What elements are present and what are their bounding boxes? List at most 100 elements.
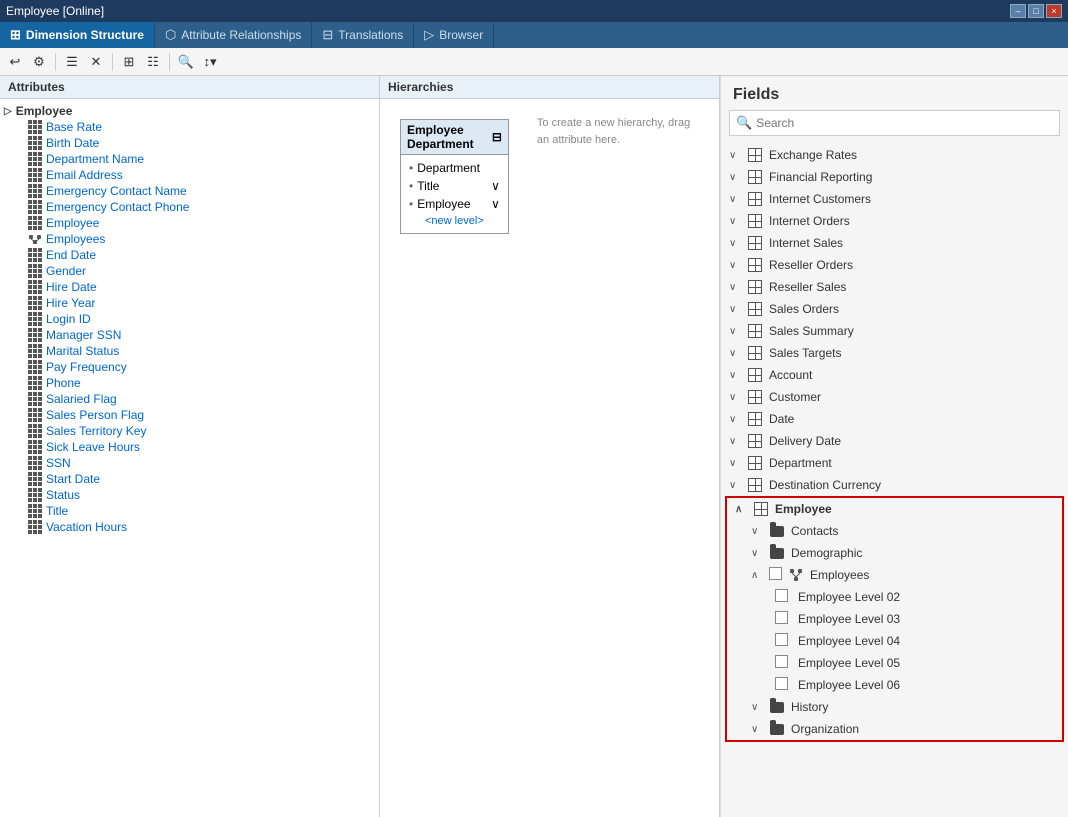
attr-gender[interactable]: Gender — [0, 263, 379, 279]
attr-end-date[interactable]: End Date — [0, 247, 379, 263]
checkbox-level-03[interactable] — [775, 611, 788, 627]
dimension-structure-icon: ⊞ — [10, 27, 21, 43]
tab-dimension-structure[interactable]: ⊞ Dimension Structure — [0, 22, 155, 48]
chevron-down-icon: ∨ — [491, 179, 500, 193]
field-reseller-orders[interactable]: ∨ Reseller Orders — [721, 254, 1068, 276]
attribute-relationships-icon: ⬡ — [165, 27, 176, 43]
field-customer[interactable]: ∨ Customer — [721, 386, 1068, 408]
checkbox-level-02[interactable] — [775, 589, 788, 605]
attr-ssn[interactable]: SSN — [0, 455, 379, 471]
field-account[interactable]: ∨ Account — [721, 364, 1068, 386]
toolbar-zoom-button[interactable]: 🔍 — [175, 51, 197, 73]
attr-hire-date[interactable]: Hire Date — [0, 279, 379, 295]
field-reseller-sales[interactable]: ∨ Reseller Sales — [721, 276, 1068, 298]
attr-vacation-hours[interactable]: Vacation Hours — [0, 519, 379, 535]
toolbar-list-button[interactable]: ☷ — [142, 51, 164, 73]
attr-label: Marital Status — [46, 344, 119, 358]
field-date[interactable]: ∨ Date — [721, 408, 1068, 430]
chevron-down-icon: ∨ — [729, 480, 741, 491]
table-icon — [747, 235, 763, 251]
new-level-label: <new level> — [425, 215, 484, 227]
attr-phone[interactable]: Phone — [0, 375, 379, 391]
search-input[interactable] — [756, 116, 1053, 130]
attr-department-name[interactable]: Department Name — [0, 151, 379, 167]
attr-pay-frequency[interactable]: Pay Frequency — [0, 359, 379, 375]
toolbar-undo-button[interactable]: ↩ — [4, 51, 26, 73]
attr-label: Employee — [46, 216, 99, 230]
field-employee-level-03[interactable]: Employee Level 03 — [727, 608, 1062, 630]
employees-special-icon — [28, 232, 42, 246]
toolbar-delete-button[interactable]: ✕ — [85, 51, 107, 73]
attr-emergency-contact-phone[interactable]: Emergency Contact Phone — [0, 199, 379, 215]
toolbar-settings-button[interactable]: ⚙ — [28, 51, 50, 73]
field-employee-level-02[interactable]: Employee Level 02 — [727, 586, 1062, 608]
field-sales-targets[interactable]: ∨ Sales Targets — [721, 342, 1068, 364]
attr-label: End Date — [46, 248, 96, 262]
attr-hire-year[interactable]: Hire Year — [0, 295, 379, 311]
field-employee-root[interactable]: ∧ Employee — [727, 498, 1062, 520]
field-demographic[interactable]: ∨ Demographic — [727, 542, 1062, 564]
attr-label: Start Date — [46, 472, 100, 486]
field-sales-orders[interactable]: ∨ Sales Orders — [721, 298, 1068, 320]
toolbar-view-button[interactable]: ☰ — [61, 51, 83, 73]
checkbox-level-04[interactable] — [775, 633, 788, 649]
attr-status[interactable]: Status — [0, 487, 379, 503]
field-internet-orders[interactable]: ∨ Internet Orders — [721, 210, 1068, 232]
attr-emergency-contact-name[interactable]: Emergency Contact Name — [0, 183, 379, 199]
field-employees[interactable]: ∧ Employees — [727, 564, 1062, 586]
field-internet-customers[interactable]: ∨ Internet Customers — [721, 188, 1068, 210]
attr-email-address[interactable]: Email Address — [0, 167, 379, 183]
field-internet-sales[interactable]: ∨ Internet Sales — [721, 232, 1068, 254]
minimize-button[interactable]: – — [1010, 4, 1026, 18]
attr-login-id[interactable]: Login ID — [0, 311, 379, 327]
table-icon — [747, 191, 763, 207]
field-sales-summary[interactable]: ∨ Sales Summary — [721, 320, 1068, 342]
attr-birth-date[interactable]: Birth Date — [0, 135, 379, 151]
attr-employee[interactable]: Employee — [0, 215, 379, 231]
close-button[interactable]: × — [1046, 4, 1062, 18]
field-organization[interactable]: ∨ Organization — [727, 718, 1062, 740]
attr-salaried-flag[interactable]: Salaried Flag — [0, 391, 379, 407]
field-financial-reporting[interactable]: ∨ Financial Reporting — [721, 166, 1068, 188]
field-destination-currency[interactable]: ∨ Destination Currency — [721, 474, 1068, 496]
toolbar-more-button[interactable]: ↕▾ — [199, 51, 221, 73]
toolbar-grid-button[interactable]: ⊞ — [118, 51, 140, 73]
attr-start-date[interactable]: Start Date — [0, 471, 379, 487]
checkbox-level-06[interactable] — [775, 677, 788, 693]
checkbox-level-05[interactable] — [775, 655, 788, 671]
attr-marital-status[interactable]: Marital Status — [0, 343, 379, 359]
field-employee-level-06[interactable]: Employee Level 06 — [727, 674, 1062, 696]
attr-label: Sales Territory Key — [46, 424, 146, 438]
attr-sales-person-flag[interactable]: Sales Person Flag — [0, 407, 379, 423]
field-employee-level-05[interactable]: Employee Level 05 — [727, 652, 1062, 674]
checkbox-employees[interactable] — [769, 567, 782, 583]
attr-title[interactable]: Title — [0, 503, 379, 519]
field-exchange-rates[interactable]: ∨ Exchange Rates — [721, 144, 1068, 166]
attr-sales-territory-key[interactable]: Sales Territory Key — [0, 423, 379, 439]
attributes-pane-content: ▷ Employee Base Rate Birth Date Dep — [0, 99, 379, 817]
field-label: Contacts — [791, 524, 838, 538]
field-history[interactable]: ∨ History — [727, 696, 1062, 718]
attr-label: Employees — [46, 232, 105, 246]
tab-bar: ⊞ Dimension Structure ⬡ Attribute Relati… — [0, 22, 1068, 48]
attr-employee-root[interactable]: ▷ Employee — [0, 103, 379, 119]
maximize-button[interactable]: □ — [1028, 4, 1044, 18]
tab-attribute-relationships[interactable]: ⬡ Attribute Relationships — [155, 22, 312, 48]
field-department[interactable]: ∨ Department — [721, 452, 1068, 474]
attr-icon-grid — [28, 296, 42, 310]
hierarchy-card-header: Employee Department ⊟ — [401, 120, 508, 155]
tab-browser[interactable]: ▷ Browser — [414, 22, 494, 48]
panel-columns: Attributes ▷ Employee Base Rate Birth — [0, 76, 719, 817]
attr-sick-leave-hours[interactable]: Sick Leave Hours — [0, 439, 379, 455]
field-contacts[interactable]: ∨ Contacts — [727, 520, 1062, 542]
hierarchy-expand-icon[interactable]: ⊟ — [492, 130, 502, 144]
attr-icon-grid — [28, 216, 42, 230]
field-employee-level-04[interactable]: Employee Level 04 — [727, 630, 1062, 652]
attr-employees[interactable]: Employees — [0, 231, 379, 247]
field-delivery-date[interactable]: ∨ Delivery Date — [721, 430, 1068, 452]
tab-translations[interactable]: ⊟ Translations — [312, 22, 414, 48]
hierarchy-new-level[interactable]: <new level> — [409, 213, 500, 229]
attr-base-rate[interactable]: Base Rate — [0, 119, 379, 135]
hierarchies-pane: Hierarchies Employee Department ⊟ • Depa… — [380, 76, 719, 817]
attr-manager-ssn[interactable]: Manager SSN — [0, 327, 379, 343]
